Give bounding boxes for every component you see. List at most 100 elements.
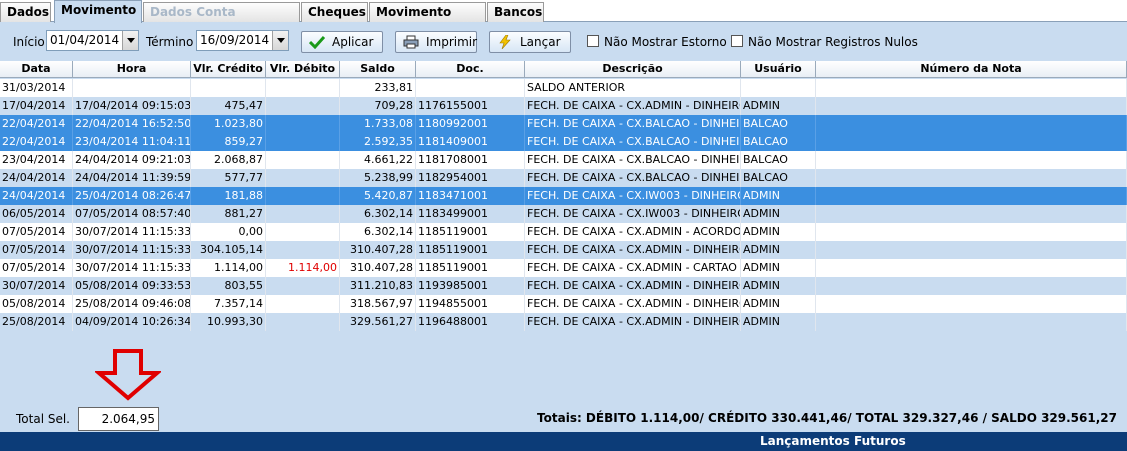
- tab-bancos[interactable]: Bancos: [487, 2, 544, 22]
- cell-credito: 2.068,87: [191, 151, 266, 169]
- cell-usuario: ADMIN: [741, 259, 816, 277]
- cell-hora: 25/04/2014 08:26:47: [73, 187, 191, 205]
- termino-date-field[interactable]: 16/09/2014: [196, 30, 289, 51]
- tab-dados[interactable]: Dados: [0, 2, 51, 22]
- column-header-vlr-debito[interactable]: Vlr. Débito: [266, 61, 340, 78]
- cell-data: 31/03/2014: [0, 79, 73, 97]
- cell-hora: 05/08/2014 09:33:53: [73, 277, 191, 295]
- table-row[interactable]: 07/05/2014 30/07/2014 11:15:33 1.114,00 1.1…: [0, 259, 1127, 277]
- cell-debito: [266, 133, 340, 151]
- cell-nota: [816, 313, 1127, 331]
- tab-cheques[interactable]: Cheques: [301, 2, 368, 22]
- cell-saldo: 311.210,83: [340, 277, 416, 295]
- cell-descricao: FECH. DE CAIXA - CX.IW003 - DINHEIRO: [525, 205, 741, 223]
- cell-debito: [266, 313, 340, 331]
- cell-doc: 1180992001: [416, 115, 525, 133]
- table-row[interactable]: 07/05/2014 30/07/2014 11:15:33 0,00 6.302,1…: [0, 223, 1127, 241]
- cell-doc: 1185119001: [416, 241, 525, 259]
- aplicar-button[interactable]: Aplicar: [301, 31, 383, 53]
- cell-hora: 30/07/2014 11:15:33: [73, 241, 191, 259]
- cell-usuario: BALCAO: [741, 169, 816, 187]
- chevron-down-icon[interactable]: [122, 31, 138, 50]
- table-row[interactable]: 25/08/2014 04/09/2014 10:26:34 10.993,30 32…: [0, 313, 1127, 331]
- cell-saldo: 233,81: [340, 79, 416, 97]
- cell-data: 07/05/2014: [0, 259, 73, 277]
- cell-hora: [73, 79, 191, 97]
- cell-credito: 577,77: [191, 169, 266, 187]
- cell-data: 22/04/2014: [0, 115, 73, 133]
- lancar-button[interactable]: Lançar: [489, 31, 571, 53]
- cell-descricao: FECH. DE CAIXA - CX.ADMIN - DINHEIRO: [525, 97, 741, 115]
- column-header-hora[interactable]: Hora: [73, 61, 191, 78]
- cell-nota: [816, 223, 1127, 241]
- table-row[interactable]: 24/04/2014 25/04/2014 08:26:47 181,88 5.420…: [0, 187, 1127, 205]
- tab-dados-conta-corrente: Dados Conta Corrente: [143, 2, 300, 38]
- inicio-date-value: 01/04/2014: [50, 33, 120, 47]
- cell-nota: [816, 241, 1127, 259]
- lancamentos-futuros-bar[interactable]: Lançamentos Futuros: [0, 432, 1127, 451]
- cell-data: 22/04/2014: [0, 133, 73, 151]
- table-row[interactable]: 17/04/2014 17/04/2014 09:15:03 475,47 709,2…: [0, 97, 1127, 115]
- termino-date-value: 16/09/2014: [200, 33, 270, 47]
- cell-data: 24/04/2014: [0, 169, 73, 187]
- table-row[interactable]: 24/04/2014 24/04/2014 11:39:59 577,77 5.238…: [0, 169, 1127, 187]
- cell-doc: 1181409001: [416, 133, 525, 151]
- movimento-grid[interactable]: Data Hora Vlr. Crédito Vlr. Débito Saldo…: [0, 61, 1127, 345]
- table-row[interactable]: 30/07/2014 05/08/2014 09:33:53 803,55 311.2…: [0, 277, 1127, 295]
- cell-debito: [266, 151, 340, 169]
- chevron-down-icon[interactable]: [272, 31, 288, 50]
- totals-summary: Totais: DÉBITO 1.114,00/ CRÉDITO 330.441…: [537, 411, 1117, 425]
- imprimir-button[interactable]: Imprimir: [395, 31, 477, 53]
- inicio-label: Início: [13, 35, 45, 49]
- cell-debito: [266, 115, 340, 133]
- inicio-date-field[interactable]: 01/04/2014: [46, 30, 139, 51]
- lancamentos-futuros-label: Lançamentos Futuros: [760, 434, 906, 448]
- cell-usuario: ADMIN: [741, 241, 816, 259]
- printer-icon: [403, 35, 419, 49]
- cell-credito: 859,27: [191, 133, 266, 151]
- column-header-data[interactable]: Data: [0, 61, 73, 78]
- cell-saldo: 5.420,87: [340, 187, 416, 205]
- cell-usuario: ADMIN: [741, 97, 816, 115]
- cell-debito: [266, 187, 340, 205]
- table-row[interactable]: 22/04/2014 23/04/2014 11:04:11 859,27 2.592…: [0, 133, 1127, 151]
- cell-data: 07/05/2014: [0, 241, 73, 259]
- cell-nota: [816, 277, 1127, 295]
- cell-doc: 1181708001: [416, 151, 525, 169]
- cell-descricao: FECH. DE CAIXA - CX.ADMIN - DINHEIRO: [525, 277, 741, 295]
- cell-saldo: 318.567,97: [340, 295, 416, 313]
- cell-saldo: 709,28: [340, 97, 416, 115]
- cell-nota: [816, 79, 1127, 97]
- imprimir-label: Imprimir: [426, 35, 478, 49]
- column-header-numero-nota[interactable]: Número da Nota: [816, 61, 1127, 78]
- column-header-doc[interactable]: Doc.: [416, 61, 525, 78]
- cell-doc: 1183471001: [416, 187, 525, 205]
- cell-data: 07/05/2014: [0, 223, 73, 241]
- cell-usuario: BALCAO: [741, 151, 816, 169]
- nao-mostrar-nulos-label: Não Mostrar Registros Nulos: [748, 35, 918, 49]
- cell-usuario: ADMIN: [741, 205, 816, 223]
- table-row[interactable]: 22/04/2014 22/04/2014 16:52:50 1.023,80 1.7…: [0, 115, 1127, 133]
- table-row[interactable]: 23/04/2014 24/04/2014 09:21:03 2.068,87 4.6…: [0, 151, 1127, 169]
- tab-movimento[interactable]: Movimento: [54, 0, 142, 23]
- table-row[interactable]: 06/05/2014 07/05/2014 08:57:40 881,27 6.302…: [0, 205, 1127, 223]
- column-header-vlr-credito[interactable]: Vlr. Crédito: [191, 61, 266, 78]
- cell-descricao: FECH. DE CAIXA - CX.BALCAO - DINHEIRO: [525, 115, 741, 133]
- cell-nota: [816, 205, 1127, 223]
- cell-doc: 1182954001: [416, 169, 525, 187]
- nao-mostrar-estorno-checkbox[interactable]: [587, 35, 599, 47]
- column-header-saldo[interactable]: Saldo: [340, 61, 416, 78]
- column-header-usuario[interactable]: Usuário: [741, 61, 816, 78]
- cell-hora: 30/07/2014 11:15:33: [73, 259, 191, 277]
- nao-mostrar-nulos-checkbox[interactable]: [731, 35, 743, 47]
- column-header-descricao[interactable]: Descrição: [525, 61, 741, 78]
- cell-hora: 22/04/2014 16:52:50: [73, 115, 191, 133]
- cell-data: 23/04/2014: [0, 151, 73, 169]
- table-row[interactable]: 07/05/2014 30/07/2014 11:15:33 304.105,14 3…: [0, 241, 1127, 259]
- tab-movimento-ger[interactable]: Movimento Ger.: [369, 2, 486, 38]
- table-row[interactable]: 05/08/2014 25/08/2014 09:46:08 7.357,14 318…: [0, 295, 1127, 313]
- cell-credito: 881,27: [191, 205, 266, 223]
- table-row[interactable]: 31/03/2014 233,81 SALDO ANTERIOR: [0, 79, 1127, 97]
- tab-bar: Dados Movimento Dados Conta Corrente Che…: [0, 0, 1127, 38]
- termino-label: Término: [146, 35, 194, 49]
